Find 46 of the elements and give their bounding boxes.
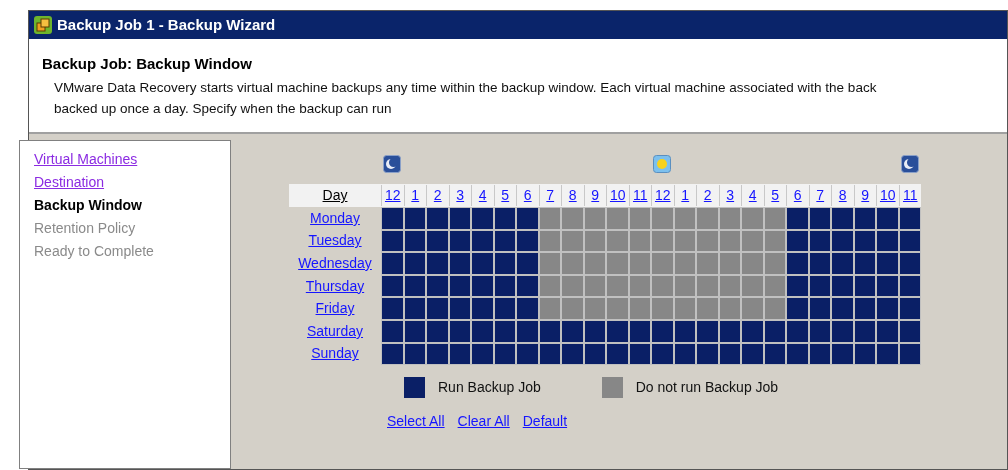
- wizard-step[interactable]: Virtual Machines: [34, 149, 230, 169]
- hour-link[interactable]: 6: [523, 185, 532, 206]
- hour-link[interactable]: 1: [681, 185, 690, 206]
- hour-link[interactable]: 2: [433, 185, 442, 206]
- action-link[interactable]: Clear All: [457, 411, 510, 433]
- hour-link[interactable]: 11: [902, 185, 918, 206]
- wizard-step: Ready to Complete: [34, 241, 230, 261]
- action-link[interactable]: Default: [522, 411, 568, 433]
- hour-link[interactable]: 8: [568, 185, 577, 206]
- hour-link[interactable]: 11: [632, 185, 648, 206]
- hour-link[interactable]: 4: [748, 185, 757, 206]
- wizard-step[interactable]: Destination: [34, 172, 230, 192]
- window-title: Backup Job 1 - Backup Wizard: [57, 14, 276, 35]
- hour-link[interactable]: 7: [546, 185, 555, 206]
- hour-link[interactable]: 5: [771, 185, 780, 206]
- hour-link[interactable]: 8: [838, 185, 847, 206]
- day-column-link[interactable]: Day: [322, 185, 348, 206]
- hour-link[interactable]: 3: [456, 185, 465, 206]
- hour-link[interactable]: 5: [501, 185, 510, 206]
- hour-link[interactable]: 10: [609, 185, 626, 206]
- day-link[interactable]: Saturday: [306, 320, 363, 342]
- action-link[interactable]: Select All: [387, 411, 445, 433]
- wizard-step: Retention Policy: [34, 218, 230, 238]
- day-link[interactable]: Friday: [315, 298, 355, 320]
- page-title: Backup Job: Backup Window: [42, 54, 253, 74]
- hour-link[interactable]: 6: [793, 185, 802, 206]
- day-link[interactable]: Tuesday: [308, 230, 362, 252]
- day-link[interactable]: Monday: [310, 207, 360, 229]
- hour-link[interactable]: 12: [654, 185, 671, 206]
- day-link[interactable]: Thursday: [305, 275, 365, 297]
- day-link[interactable]: Wednesday: [298, 253, 372, 274]
- day-link[interactable]: Sunday: [311, 343, 359, 365]
- hour-link[interactable]: 3: [726, 185, 735, 206]
- description-line: backed up once a day. Specify when the backup can run: [53, 99, 393, 118]
- hour-link[interactable]: 2: [703, 185, 712, 206]
- hour-link[interactable]: 7: [816, 185, 825, 206]
- hour-link[interactable]: 9: [861, 185, 870, 206]
- legend-label: Run Backup Job: [438, 377, 541, 397]
- legend-label: Do not run Backup Job: [635, 377, 779, 397]
- hour-link[interactable]: 1: [411, 185, 420, 206]
- wizard-step: Backup Window: [34, 195, 230, 215]
- hour-link[interactable]: 12: [384, 185, 401, 206]
- hour-link[interactable]: 9: [591, 185, 600, 206]
- hour-link[interactable]: 4: [478, 185, 487, 206]
- description-line: VMware Data Recovery starts virtual machine backups any time within the backup window. Each virtual machine associated with the back: [53, 78, 878, 97]
- hour-link[interactable]: 10: [879, 185, 896, 206]
